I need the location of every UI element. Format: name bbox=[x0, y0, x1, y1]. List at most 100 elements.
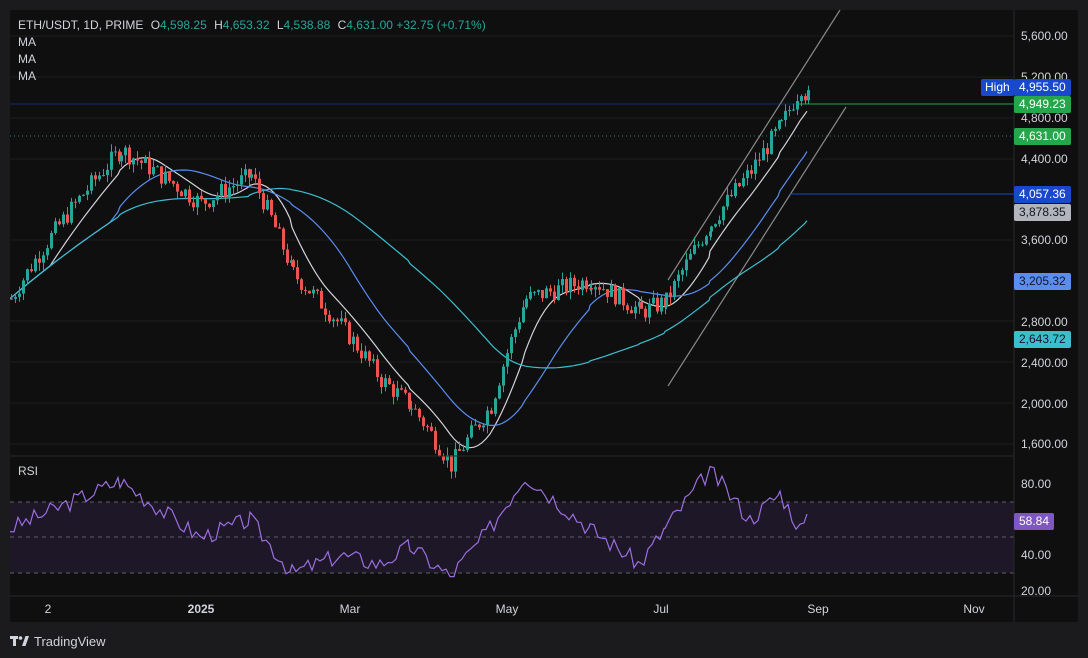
ma-label-3[interactable]: MA bbox=[18, 68, 486, 85]
candle bbox=[796, 100, 799, 110]
candle bbox=[144, 157, 147, 163]
candle bbox=[66, 214, 69, 223]
candle bbox=[742, 178, 745, 187]
last-price-tag: 4,631.00 bbox=[1014, 128, 1071, 145]
candle bbox=[714, 224, 717, 227]
candle bbox=[630, 310, 633, 314]
candle bbox=[22, 280, 25, 294]
candle bbox=[486, 410, 489, 426]
symbol-label[interactable]: ETH/USDT, 1D, PRIME bbox=[18, 18, 143, 32]
open-key: O bbox=[150, 18, 161, 32]
level-tag: 4,057.36 bbox=[1014, 186, 1071, 203]
price-tick: 2,000.00 bbox=[1021, 397, 1068, 411]
candle bbox=[490, 410, 493, 414]
candle bbox=[561, 279, 564, 286]
candle bbox=[410, 408, 413, 410]
candle bbox=[168, 171, 171, 181]
candle bbox=[701, 244, 704, 246]
ma-label-1[interactable]: MA bbox=[18, 34, 486, 51]
candle bbox=[356, 336, 359, 351]
ma-blue-line bbox=[10, 151, 808, 426]
candle bbox=[418, 408, 421, 418]
candle bbox=[557, 285, 560, 300]
candle bbox=[640, 301, 643, 309]
candle bbox=[498, 385, 501, 399]
candle bbox=[778, 120, 781, 129]
candle bbox=[46, 248, 49, 256]
candle bbox=[344, 318, 347, 323]
candle bbox=[332, 319, 335, 322]
candle bbox=[232, 185, 235, 188]
rsi-label[interactable]: RSI bbox=[18, 464, 38, 478]
candle bbox=[648, 303, 651, 318]
tradingview-logo-icon[interactable] bbox=[10, 635, 30, 647]
candle bbox=[324, 308, 327, 315]
candle bbox=[176, 183, 179, 192]
candle bbox=[590, 288, 593, 290]
candle bbox=[106, 169, 109, 176]
candle bbox=[450, 455, 453, 472]
candle bbox=[774, 128, 777, 131]
price-tick: 4,800.00 bbox=[1021, 111, 1068, 125]
candle bbox=[292, 260, 295, 268]
candle bbox=[784, 110, 787, 121]
candle bbox=[172, 180, 175, 184]
price-tick: 1,600.00 bbox=[1021, 437, 1068, 451]
ohlc-row: ETH/USDT, 1D, PRIME O4,598.25 H4,653.32 … bbox=[18, 17, 486, 34]
high-value: 4,653.32 bbox=[222, 18, 270, 32]
candle bbox=[408, 392, 411, 409]
candle bbox=[308, 290, 311, 294]
candle bbox=[236, 184, 239, 186]
ma-teal-tag: 2,643.72 bbox=[1014, 331, 1071, 348]
ma-label-2[interactable]: MA bbox=[18, 51, 486, 68]
candle bbox=[102, 175, 105, 177]
time-label: Mar bbox=[339, 602, 361, 616]
candle bbox=[573, 277, 576, 287]
candle bbox=[348, 322, 351, 345]
candle bbox=[380, 377, 383, 388]
candle bbox=[164, 171, 167, 184]
candle bbox=[300, 279, 303, 290]
candle bbox=[372, 359, 375, 361]
candle bbox=[422, 417, 425, 427]
brand-label[interactable]: TradingView bbox=[34, 634, 106, 649]
trend-channel[interactable] bbox=[667, 10, 847, 387]
candle bbox=[376, 359, 379, 378]
chart-frame[interactable]: ETH/USDT, 1D, PRIME O4,598.25 H4,653.32 … bbox=[10, 10, 1078, 622]
candle bbox=[693, 245, 696, 254]
candle bbox=[200, 195, 203, 200]
change-value: +32.75 (+0.71%) bbox=[396, 18, 486, 32]
candle bbox=[152, 166, 155, 175]
candle bbox=[510, 336, 513, 354]
candle bbox=[384, 378, 387, 388]
price-chart[interactable] bbox=[10, 10, 1078, 622]
candle bbox=[454, 449, 457, 472]
rsi-tick: 40.00 bbox=[1021, 548, 1052, 562]
close-key: C bbox=[337, 18, 347, 32]
candle bbox=[697, 244, 700, 246]
candle bbox=[360, 350, 363, 359]
candle bbox=[610, 285, 613, 297]
candle bbox=[474, 424, 477, 426]
candle bbox=[212, 200, 215, 207]
candle bbox=[54, 221, 57, 233]
time-label: 2 bbox=[44, 602, 52, 616]
candle bbox=[148, 157, 151, 175]
candle bbox=[208, 203, 211, 207]
candle bbox=[396, 388, 399, 397]
candle bbox=[220, 184, 223, 196]
candle bbox=[132, 158, 135, 165]
candle bbox=[192, 202, 195, 208]
candle bbox=[762, 148, 765, 161]
candle bbox=[124, 147, 127, 156]
candle bbox=[689, 253, 692, 260]
candle bbox=[800, 96, 803, 101]
candle bbox=[722, 206, 725, 221]
candle bbox=[244, 169, 247, 176]
candle bbox=[494, 398, 497, 414]
candle bbox=[78, 195, 81, 202]
candle bbox=[404, 389, 407, 393]
candle bbox=[270, 199, 273, 216]
candle bbox=[392, 384, 395, 397]
candle bbox=[74, 201, 77, 203]
